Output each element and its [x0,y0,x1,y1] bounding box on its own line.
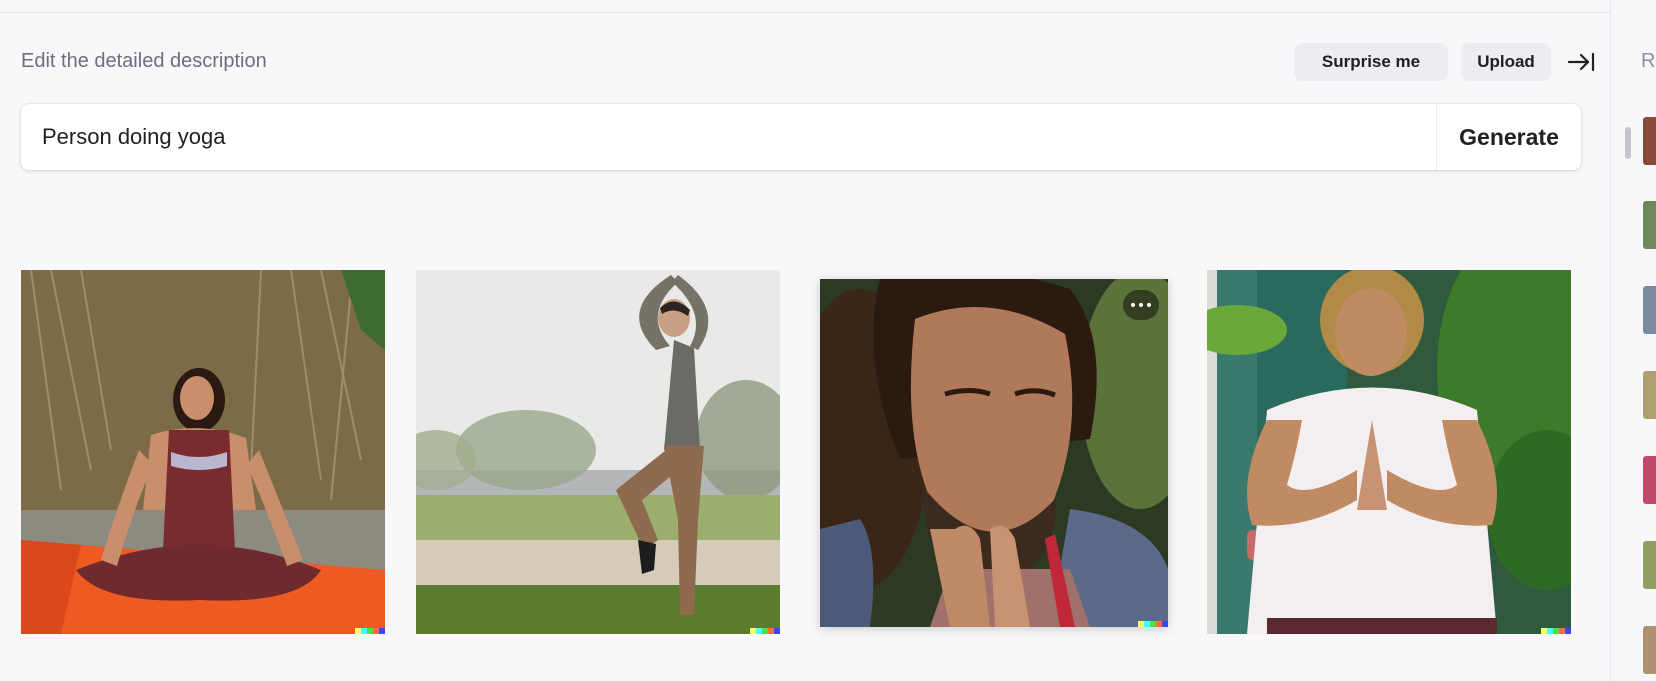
more-horizontal-icon [1131,303,1135,307]
yoga-image-woman-namaste [1207,270,1571,634]
history-thumbnail[interactable] [1643,456,1656,504]
history-thumbnail[interactable] [1643,371,1656,419]
history-scrollbar[interactable] [1625,127,1631,159]
history-heading: R [1641,50,1656,72]
history-sidebar: R [1610,0,1656,681]
prompt-box: Generate [21,104,1581,170]
watermark [355,628,385,634]
prompt-header: Edit the detailed description Surprise m… [21,42,1595,82]
upload-button[interactable]: Upload [1461,43,1551,81]
history-thumbnail[interactable] [1643,201,1656,249]
history-thumbnail[interactable] [1643,541,1656,589]
generate-button[interactable]: Generate [1437,104,1581,170]
yoga-image-man-praying-hands [820,279,1168,627]
dalle-page: Edit the detailed description Surprise m… [0,0,1656,681]
result-image-1[interactable] [21,270,385,634]
watermark [1541,628,1571,634]
watermark [1138,621,1168,627]
yoga-image-man-tree-pose [416,270,780,634]
prompt-input[interactable] [21,104,1421,170]
history-thumbnail[interactable] [1643,117,1656,165]
more-horizontal-icon-dot [1139,303,1143,307]
surprise-me-button[interactable]: Surprise me [1294,43,1448,81]
main-panel: Edit the detailed description Surprise m… [0,0,1610,681]
prompt-heading: Edit the detailed description [21,50,267,72]
more-options-button[interactable] [1123,290,1159,320]
result-image-2[interactable] [416,270,780,634]
more-horizontal-icon-dot [1147,303,1151,307]
arrow-right-to-bar-icon [1567,52,1595,72]
history-thumbnail[interactable] [1643,286,1656,334]
history-thumbnail[interactable] [1643,626,1656,674]
result-image-4[interactable] [1207,270,1571,634]
collapse-history-button[interactable] [1566,47,1596,77]
watermark [750,628,780,634]
yoga-image-woman-lotus [21,270,385,634]
result-image-3[interactable] [820,279,1168,627]
